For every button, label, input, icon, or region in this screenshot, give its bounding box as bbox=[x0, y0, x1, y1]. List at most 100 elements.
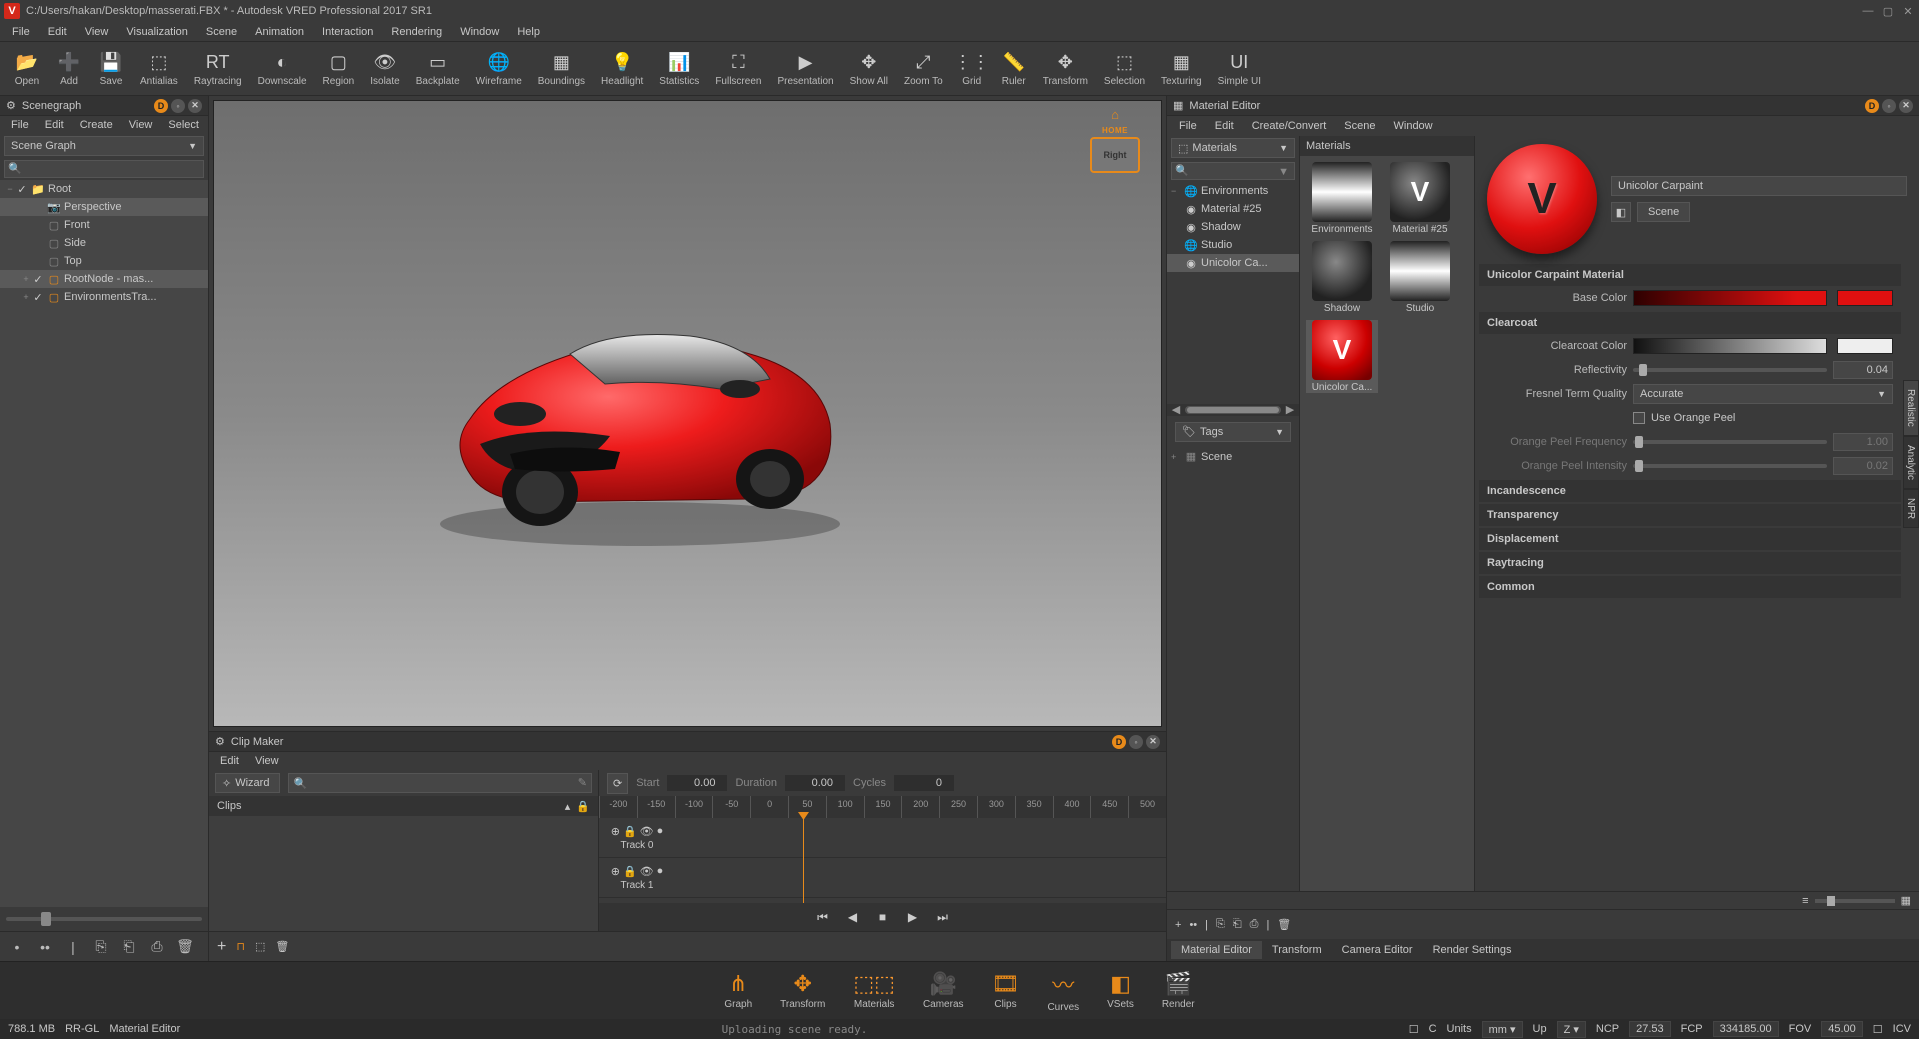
checkbox-icon[interactable]: ☐ bbox=[1409, 1023, 1419, 1036]
tool-region[interactable]: ▢Region bbox=[315, 43, 363, 95]
minimize-button[interactable]: — bbox=[1861, 5, 1875, 18]
tree-row[interactable]: ▢Top bbox=[0, 252, 208, 270]
dot-icon[interactable]: ● bbox=[657, 825, 664, 838]
lock-icon[interactable]: 🔒 bbox=[623, 825, 637, 838]
tool-transform[interactable]: ✥Transform bbox=[1035, 43, 1096, 95]
visibility-icon[interactable]: ⊕ bbox=[611, 825, 620, 838]
clip-close[interactable]: ✕ bbox=[1146, 735, 1160, 749]
magnet-icon[interactable]: ⊓ bbox=[236, 940, 245, 953]
me-dock[interactable]: ◦ bbox=[1882, 99, 1896, 113]
material-thumb[interactable]: Shadow bbox=[1306, 241, 1378, 314]
scenegraph-search[interactable] bbox=[4, 160, 204, 178]
material-search[interactable] bbox=[1171, 162, 1295, 180]
material-thumb[interactable]: Studio bbox=[1384, 241, 1456, 314]
trash-icon[interactable]: 🗑 bbox=[174, 936, 196, 958]
add-button[interactable]: + bbox=[217, 938, 226, 956]
visibility-check[interactable]: ✓ bbox=[32, 291, 44, 304]
sg-btn-2[interactable]: •• bbox=[34, 936, 56, 958]
me-btn-6[interactable]: ⎙ bbox=[1250, 918, 1259, 931]
gear-icon[interactable]: ⚙ bbox=[6, 99, 16, 112]
bottom-render[interactable]: 🎬Render bbox=[1148, 967, 1209, 1014]
bottom-materials[interactable]: ⬚⬚Materials bbox=[839, 967, 909, 1014]
material-tree-row[interactable]: ◉Shadow bbox=[1167, 218, 1299, 236]
sg-btn-5[interactable]: ⎗ bbox=[118, 936, 140, 958]
me-btn-5[interactable]: ⎗ bbox=[1233, 918, 1242, 931]
scroll-left-icon[interactable]: ◀ bbox=[1171, 403, 1181, 416]
material-preview-sphere[interactable] bbox=[1487, 144, 1597, 254]
track-row[interactable]: ⊕🔒👁● Track 1 bbox=[599, 858, 1166, 898]
bottom-graph[interactable]: ⋔Graph bbox=[710, 967, 766, 1014]
tool-statistics[interactable]: 📊Statistics bbox=[651, 43, 707, 95]
clip-badge-d[interactable]: D bbox=[1112, 735, 1126, 749]
wizard-button[interactable]: ✧ Wizard bbox=[215, 773, 280, 793]
tool-save[interactable]: 💾Save bbox=[90, 43, 132, 95]
tree-row[interactable]: 📷Perspective bbox=[0, 198, 208, 216]
clearcoat-header[interactable]: Clearcoat bbox=[1479, 312, 1901, 334]
menu-scene[interactable]: Scene bbox=[198, 24, 245, 40]
section-header[interactable]: Transparency bbox=[1479, 504, 1901, 526]
tab-camera-editor[interactable]: Camera Editor bbox=[1332, 941, 1423, 959]
sg-menu-edit[interactable]: Edit bbox=[38, 118, 71, 132]
tool-texturing[interactable]: ▦Texturing bbox=[1153, 43, 1210, 95]
skip-forward-button[interactable]: ⏭ bbox=[933, 907, 953, 927]
tool-boundings[interactable]: ▦Boundings bbox=[530, 43, 593, 95]
me-menu-window[interactable]: Window bbox=[1386, 119, 1441, 133]
up-select[interactable]: Z ▾ bbox=[1557, 1021, 1586, 1038]
section-header[interactable]: Unicolor Carpaint Material bbox=[1479, 264, 1901, 286]
sg-btn-6[interactable]: ⎙ bbox=[146, 936, 168, 958]
material-tree-row[interactable]: ◉Material #25 bbox=[1167, 200, 1299, 218]
dot-icon[interactable]: ● bbox=[657, 865, 664, 878]
vtab-realistic[interactable]: Realistic bbox=[1903, 380, 1919, 436]
reflectivity-slider[interactable] bbox=[1633, 368, 1827, 372]
refresh-icon[interactable]: ⟳ bbox=[607, 773, 628, 794]
clip-dock[interactable]: ◦ bbox=[1129, 735, 1143, 749]
expand-icon[interactable]: + bbox=[20, 292, 32, 302]
tab-transform[interactable]: Transform bbox=[1262, 941, 1332, 959]
clips-list[interactable] bbox=[209, 816, 598, 931]
eye-icon[interactable]: 👁 bbox=[640, 825, 654, 838]
me-btn-3[interactable]: | bbox=[1205, 919, 1208, 931]
units-select[interactable]: mm ▾ bbox=[1482, 1021, 1523, 1038]
gear-icon[interactable]: ⚙ bbox=[215, 735, 225, 748]
frame-icon[interactable]: ⬚ bbox=[255, 940, 265, 953]
me-menu-edit[interactable]: Edit bbox=[1207, 119, 1242, 133]
list-icon[interactable]: ≡ bbox=[1802, 895, 1808, 907]
tool-headlight[interactable]: 💡Headlight bbox=[593, 43, 651, 95]
tool-raytracing[interactable]: RTRaytracing bbox=[186, 43, 250, 95]
section-header[interactable]: Common bbox=[1479, 576, 1901, 598]
tab-render-settings[interactable]: Render Settings bbox=[1423, 941, 1522, 959]
panel-dock-button[interactable]: ◦ bbox=[171, 99, 185, 113]
tool-fullscreen[interactable]: ⛶Fullscreen bbox=[707, 43, 769, 95]
sg-btn-3[interactable]: | bbox=[62, 936, 84, 958]
clip-search[interactable]: 🔍 ✎ bbox=[288, 773, 592, 793]
expand-icon[interactable]: + bbox=[1171, 452, 1181, 462]
maximize-button[interactable]: ▢ bbox=[1881, 5, 1895, 18]
me-btn-2[interactable]: •• bbox=[1189, 919, 1197, 931]
me-menu-file[interactable]: File bbox=[1171, 119, 1205, 133]
bottom-vsets[interactable]: ◧VSets bbox=[1093, 967, 1148, 1014]
visibility-check[interactable]: ✓ bbox=[16, 183, 28, 196]
menu-window[interactable]: Window bbox=[452, 24, 507, 40]
visibility-check[interactable]: ✓ bbox=[32, 273, 44, 286]
track-row[interactable]: ⊕🔒👁● Track 0 bbox=[599, 818, 1166, 858]
tool-ruler[interactable]: 📏Ruler bbox=[993, 43, 1035, 95]
material-tree-row[interactable]: ◉Unicolor Ca... bbox=[1167, 254, 1299, 272]
visibility-icon[interactable]: ⊕ bbox=[611, 865, 620, 878]
scenegraph-slider[interactable] bbox=[6, 917, 202, 921]
bottom-cameras[interactable]: 🎥Cameras bbox=[909, 967, 978, 1014]
expand-icon[interactable]: − bbox=[4, 184, 16, 194]
preview-mode-button[interactable]: ◧ bbox=[1611, 202, 1631, 222]
orange-peel-checkbox[interactable]: Use Orange Peel bbox=[1633, 412, 1735, 424]
me-btn-7[interactable]: | bbox=[1266, 919, 1269, 931]
brush-icon[interactable]: ✎ bbox=[578, 776, 587, 789]
panel-close-button[interactable]: ✕ bbox=[188, 99, 202, 113]
expand-icon[interactable]: + bbox=[20, 274, 32, 284]
scene-button[interactable]: Scene bbox=[1637, 202, 1690, 222]
menu-visualization[interactable]: Visualization bbox=[118, 24, 196, 40]
playhead[interactable] bbox=[803, 818, 804, 903]
me-btn-4[interactable]: ⎘ bbox=[1216, 918, 1225, 931]
grid-icon[interactable]: ▦ bbox=[1901, 894, 1911, 907]
tab-material-editor[interactable]: Material Editor bbox=[1171, 941, 1262, 959]
lock-icon[interactable]: 🔒 bbox=[623, 865, 637, 878]
tree-row[interactable]: −✓📁Root bbox=[0, 180, 208, 198]
